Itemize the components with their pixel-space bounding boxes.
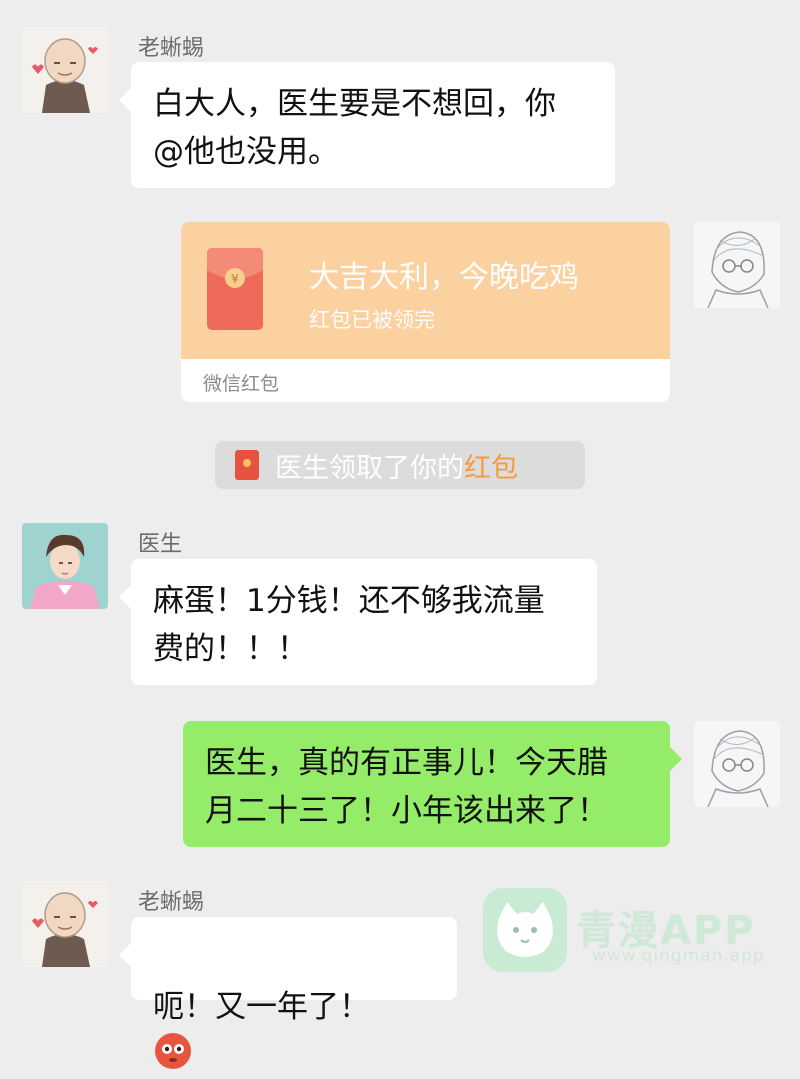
notice-highlight[interactable]: 红包 xyxy=(464,446,518,485)
avatar-old-lizard[interactable] xyxy=(22,27,108,113)
sketch-portrait-avatar-icon xyxy=(694,721,780,807)
sender-name: 老蜥蜴 xyxy=(138,890,205,915)
doctor-portrait-avatar-icon xyxy=(22,523,108,609)
red-packet-status: 红包已被领完 xyxy=(309,308,435,332)
qingman-logo-icon xyxy=(483,888,567,972)
avatar-old-lizard[interactable] xyxy=(22,881,108,967)
avatar-self[interactable] xyxy=(694,222,780,308)
red-packet-card[interactable]: ¥ 大吉大利，今晚吃鸡 红包已被领完 微信红包 xyxy=(181,222,670,402)
message-bubble[interactable]: 呃！又一年了！ xyxy=(119,917,457,1069)
watermark-url: www.qingman.app xyxy=(592,946,765,966)
avatar-doctor[interactable] xyxy=(22,523,108,609)
message-bubble[interactable]: 麻蛋！1分钱！还不够我流量 费的！！！ xyxy=(119,559,597,685)
red-packet-body: ¥ 大吉大利，今晚吃鸡 红包已被领完 xyxy=(181,222,670,359)
sender-name: 医生 xyxy=(138,532,183,557)
avatar-self[interactable] xyxy=(694,721,780,807)
sketch-portrait-avatar-icon xyxy=(694,222,780,308)
notice-text: 医生领取了你的 xyxy=(275,452,464,484)
sender-name: 老蜥蜴 xyxy=(138,36,205,61)
flushed-face-emoji-icon xyxy=(155,1033,191,1069)
red-packet-title: 大吉大利，今晚吃鸡 xyxy=(309,260,579,295)
message-bubble-self[interactable]: 医生，真的有正事儿！今天腊 月二十三了！小年该出来了！ xyxy=(183,721,682,847)
red-envelope-icon xyxy=(235,450,259,480)
svg-text:¥: ¥ xyxy=(231,272,239,286)
system-notice: 医生领取了你的 红包 xyxy=(215,441,585,489)
message-text: 呃！又一年了！ xyxy=(153,989,370,1025)
red-packet-footer: 微信红包 xyxy=(203,373,280,395)
message-bubble[interactable]: 白大人，医生要是不想回，你 @他也没用。 xyxy=(119,62,615,188)
red-envelope-icon: ¥ xyxy=(207,248,263,330)
old-man-avatar-icon xyxy=(22,27,108,113)
old-man-avatar-icon xyxy=(22,881,108,967)
